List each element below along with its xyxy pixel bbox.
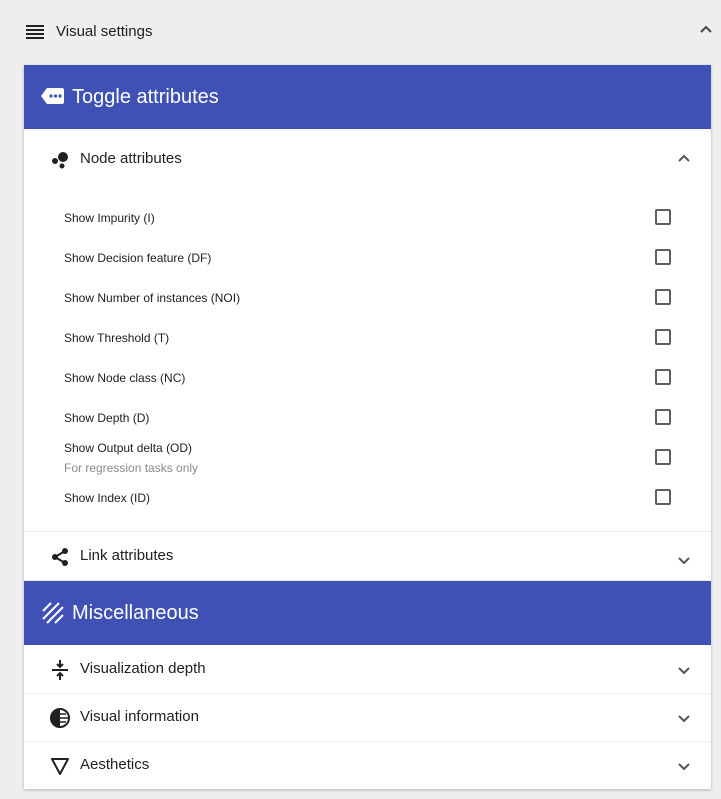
number-of-instances-checkbox[interactable] — [655, 289, 671, 305]
link-attributes-panel[interactable]: Link attributes — [24, 531, 711, 581]
decision-feature-checkbox[interactable] — [655, 249, 671, 265]
attribute-row-threshold: Show Threshold (T) — [24, 317, 711, 357]
vertical-align-center-icon — [49, 659, 71, 681]
attribute-label: Show Threshold (T) — [64, 331, 170, 345]
label-dots-icon — [40, 85, 66, 109]
attribute-label: Show Output delta (OD) — [64, 441, 193, 455]
attribute-label: Show Impurity (I) — [64, 211, 155, 225]
texture-icon — [42, 602, 68, 626]
panel-label: Link attributes — [80, 547, 174, 564]
attribute-row-node-class: Show Node class (NC) — [24, 357, 711, 397]
section-title: Miscellaneous — [72, 602, 199, 624]
visual-information-panel[interactable]: Visual information — [24, 693, 711, 742]
attribute-label: Show Node class (NC) — [64, 371, 186, 385]
attribute-row-depth: Show Depth (D) — [24, 397, 711, 437]
panel-label: Visualization depth — [80, 660, 206, 677]
section-title: Toggle attributes — [72, 86, 219, 108]
settings-card: Toggle attributes Node attributes Show I… — [24, 65, 711, 789]
attribute-label: Show Index (ID) — [64, 491, 151, 505]
chevron-down-icon — [677, 554, 691, 568]
node-attributes-panel[interactable]: Node attributes — [24, 135, 711, 183]
threshold-checkbox[interactable] — [655, 329, 671, 345]
menu-icon — [26, 24, 44, 40]
attribute-row-number-of-instances: Show Number of instances (NOI) — [24, 277, 711, 317]
toggle-attributes-header: Toggle attributes — [24, 65, 711, 129]
attribute-row-output-delta: Show Output delta (OD) For regression ta… — [24, 437, 711, 485]
bubbles-icon — [49, 149, 71, 171]
miscellaneous-header: Miscellaneous — [24, 581, 711, 645]
panel-label: Aesthetics — [80, 756, 150, 773]
impurity-checkbox[interactable] — [655, 209, 671, 225]
chevron-up-icon — [677, 151, 691, 165]
chevron-down-icon — [677, 712, 691, 726]
aesthetics-panel[interactable]: Aesthetics — [24, 741, 711, 789]
visualization-depth-panel[interactable]: Visualization depth — [24, 645, 711, 694]
chevron-down-icon — [677, 664, 691, 678]
attribute-label: Show Depth (D) — [64, 411, 150, 425]
share-icon — [49, 546, 71, 568]
attribute-row-impurity: Show Impurity (I) — [24, 197, 711, 237]
depth-checkbox[interactable] — [655, 409, 671, 425]
attribute-label: Show Number of instances (NOI) — [64, 291, 241, 305]
node-class-checkbox[interactable] — [655, 369, 671, 385]
attribute-label: Show Decision feature (DF) — [64, 251, 212, 265]
panel-label: Visual information — [80, 708, 199, 725]
panel-label: Node attributes — [80, 150, 182, 167]
contrast-circle-icon — [49, 707, 71, 729]
chevron-up-icon[interactable] — [699, 22, 713, 36]
chevron-down-icon — [677, 760, 691, 774]
attribute-row-decision-feature: Show Decision feature (DF) — [24, 237, 711, 277]
settings-header[interactable]: Visual settings — [0, 0, 721, 64]
header-title: Visual settings — [56, 23, 153, 40]
attribute-row-index: Show Index (ID) — [24, 485, 711, 525]
output-delta-checkbox[interactable] — [655, 449, 671, 465]
attribute-hint: For regression tasks only — [64, 461, 199, 475]
triangle-down-outline-icon — [49, 755, 71, 777]
index-checkbox[interactable] — [655, 489, 671, 505]
